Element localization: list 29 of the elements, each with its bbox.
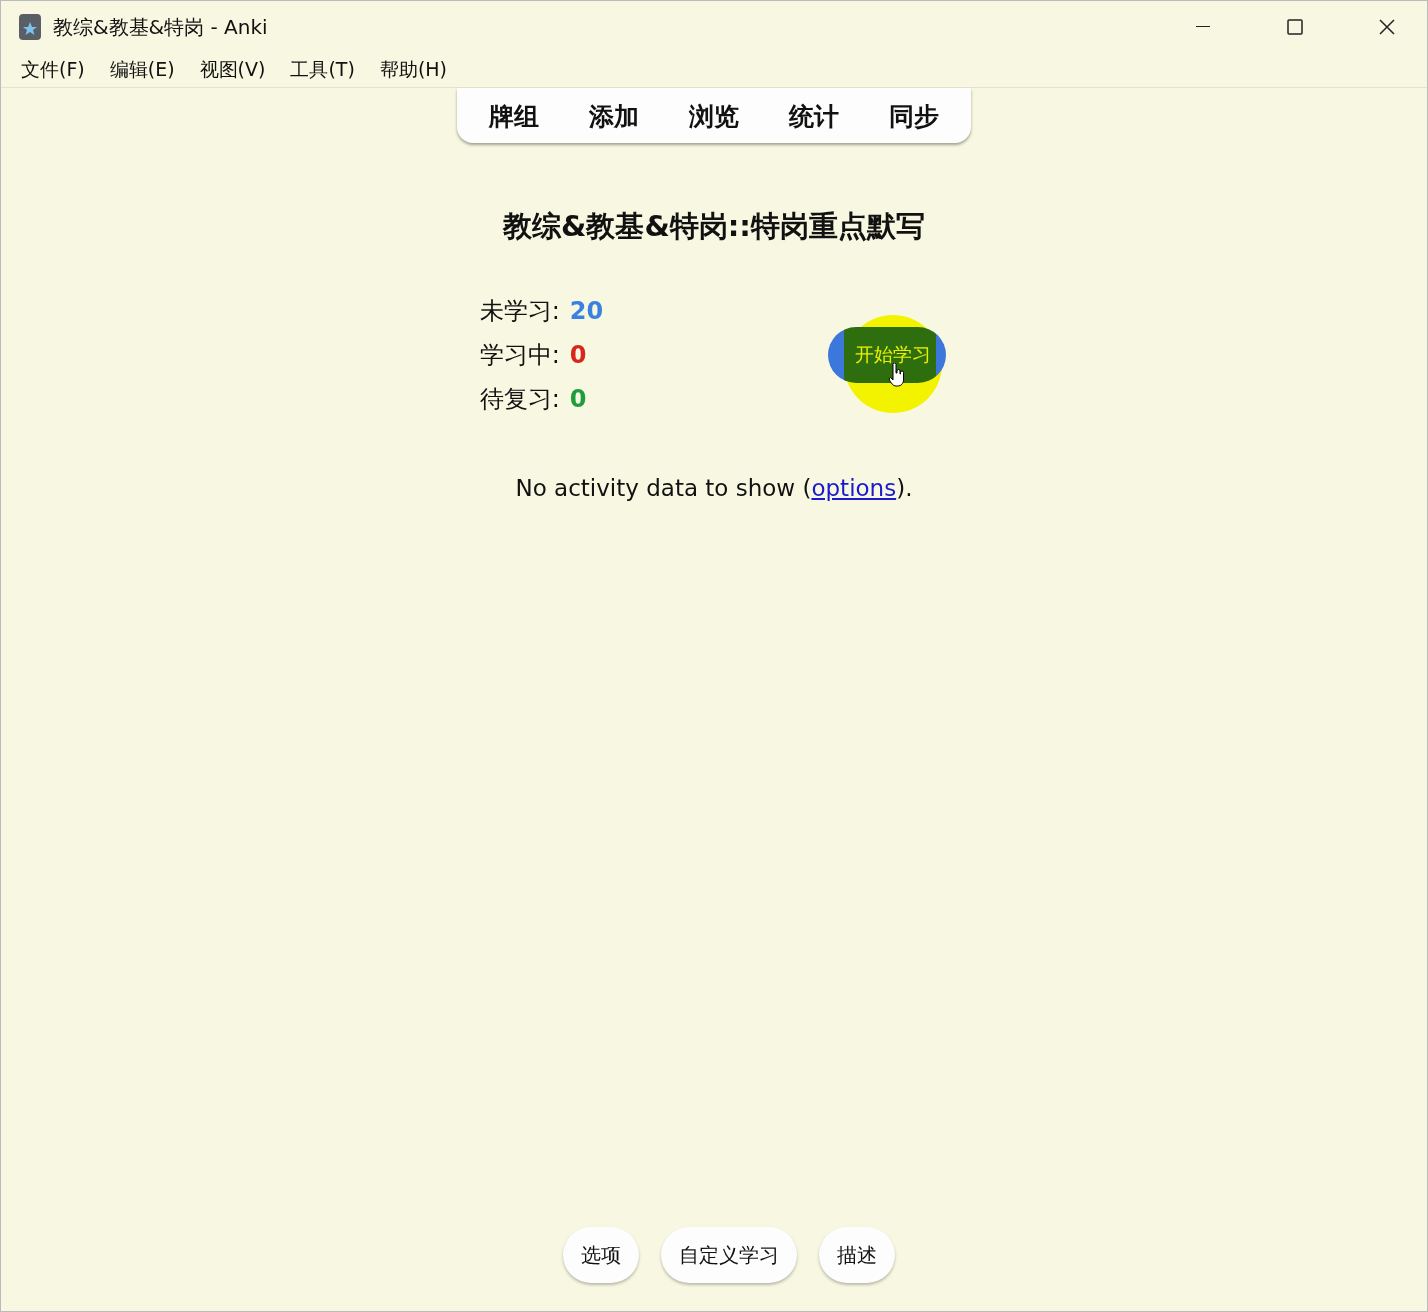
hand-cursor-icon bbox=[888, 363, 907, 387]
count-value: 0 bbox=[569, 385, 588, 413]
menu-item[interactable]: 视图(V) bbox=[199, 57, 266, 83]
count-value: 0 bbox=[569, 341, 588, 369]
app-logo-icon bbox=[19, 14, 41, 40]
toolbar-link[interactable]: 同步 bbox=[889, 100, 939, 133]
toolbar-link[interactable]: 浏览 bbox=[689, 100, 739, 133]
window-title: 教综&教基&特岗 - Anki bbox=[53, 13, 269, 41]
count-label: 待复习: bbox=[479, 384, 560, 415]
deck-action-button[interactable]: 选项 bbox=[563, 1227, 639, 1283]
minimize-icon[interactable] bbox=[1196, 26, 1210, 28]
options-link[interactable]: options bbox=[811, 475, 897, 501]
toolbar-link[interactable]: 牌组 bbox=[489, 100, 539, 133]
deck-title: 教综&教基&特岗::特岗重点默写 bbox=[501, 208, 926, 245]
close-icon[interactable] bbox=[1379, 19, 1395, 35]
deck-action-button[interactable]: 描述 bbox=[819, 1227, 895, 1283]
menu-item[interactable]: 工具(T) bbox=[290, 57, 355, 83]
count-label: 学习中: bbox=[479, 340, 560, 371]
menu-item[interactable]: 文件(F) bbox=[21, 57, 85, 83]
maximize-icon[interactable] bbox=[1287, 19, 1303, 35]
menu-item[interactable]: 编辑(E) bbox=[109, 57, 175, 83]
menu-item[interactable]: 帮助(H) bbox=[379, 57, 447, 83]
toolbar-link[interactable]: 统计 bbox=[789, 100, 839, 133]
deck-action-button[interactable]: 自定义学习 bbox=[661, 1227, 797, 1283]
count-label: 未学习: bbox=[479, 296, 560, 327]
toolbar-link[interactable]: 添加 bbox=[589, 100, 639, 133]
activity-message: No activity data to show (options). bbox=[514, 475, 914, 501]
count-value: 20 bbox=[569, 297, 604, 325]
study-now-button[interactable]: 开始学习 bbox=[828, 327, 947, 383]
